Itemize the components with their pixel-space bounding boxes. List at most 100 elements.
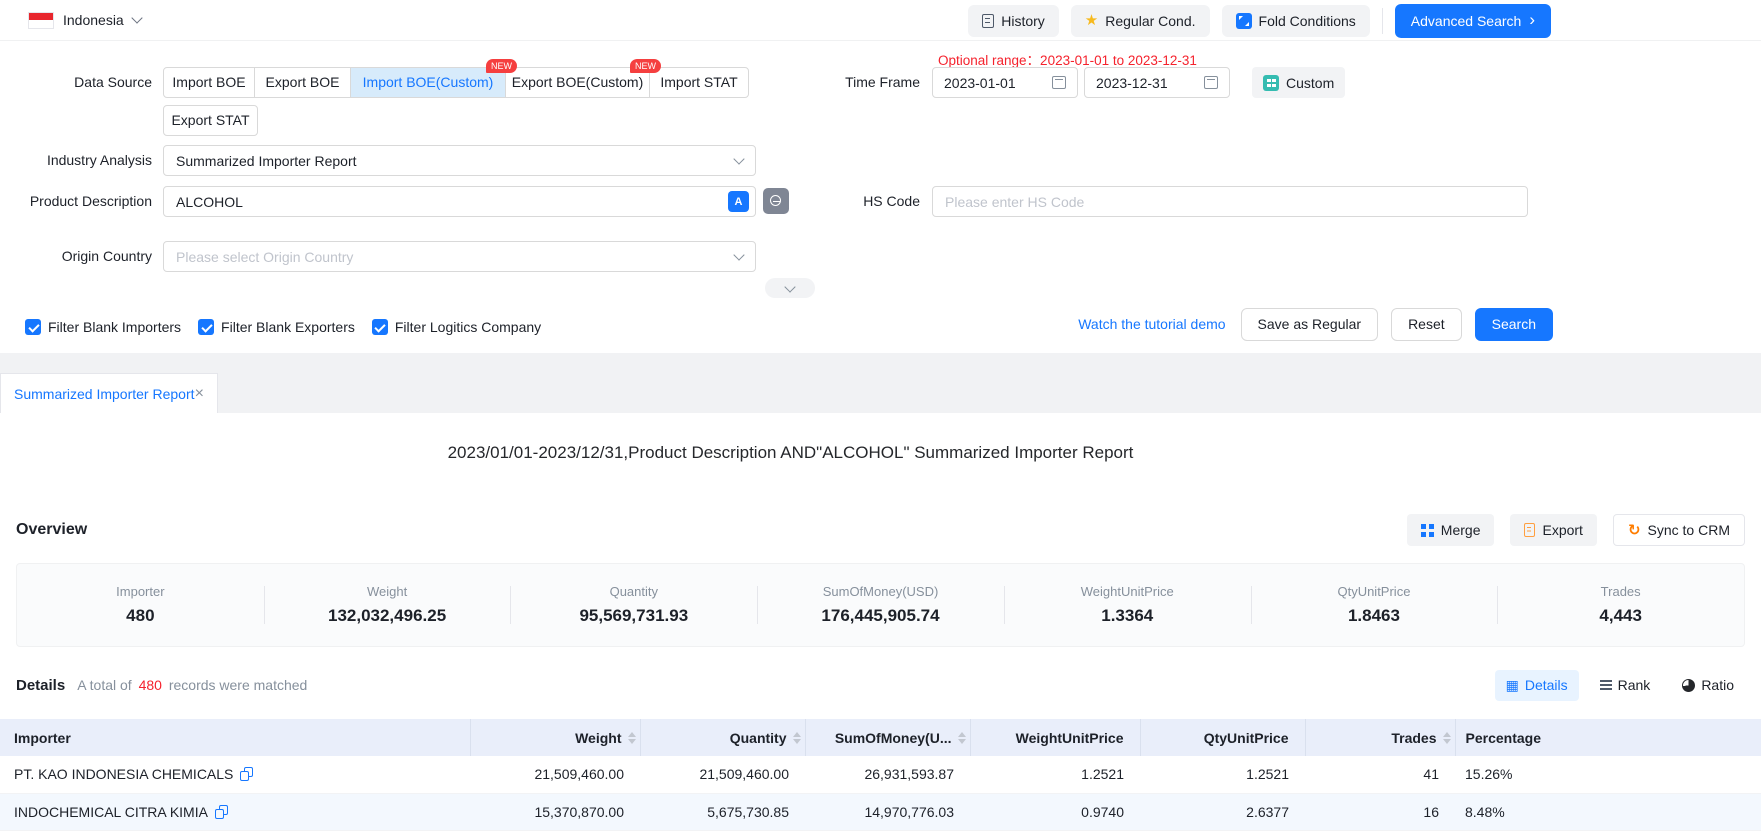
col-sum-of-money[interactable]: SumOfMoney(U...: [805, 719, 970, 756]
tab-summarized-importer-report[interactable]: Summarized Importer Report ×: [0, 373, 218, 413]
importer-name[interactable]: INDOCHEMICAL CITRA KIMIA: [14, 804, 208, 820]
custom-label: Custom: [1286, 75, 1334, 91]
view-rank-button[interactable]: Rank: [1589, 670, 1662, 701]
filter-logistics-company-checkbox[interactable]: Filter Logitics Company: [372, 319, 541, 335]
cell-weight-unit-price: 0.9740: [970, 793, 1140, 830]
merge-button[interactable]: Merge: [1407, 514, 1495, 546]
cell-sum-of-money: 14,970,776.03: [805, 793, 970, 830]
search-button[interactable]: Search: [1475, 308, 1553, 341]
view-ratio-button[interactable]: Ratio: [1671, 670, 1745, 701]
importer-table: Importer Weight Quantity SumOfMoney(U...…: [0, 719, 1761, 831]
cell-percentage: 8.48%: [1455, 793, 1761, 830]
tab-export-boe[interactable]: Export BOE: [254, 67, 351, 98]
sort-icon[interactable]: [628, 732, 636, 744]
sync-to-crm-button[interactable]: ↻ Sync to CRM: [1613, 514, 1745, 546]
reset-button[interactable]: Reset: [1391, 308, 1462, 341]
optional-range-hint: Optional range：2023-01-01 to 2023-12-31: [938, 49, 1197, 69]
stat-value: 1.8463: [1251, 606, 1498, 626]
calendar-icon: [1204, 76, 1218, 89]
product-description-input[interactable]: [163, 186, 756, 217]
stat-value: 176,445,905.74: [757, 606, 1004, 626]
col-percentage[interactable]: Percentage: [1455, 719, 1761, 756]
checkbox-checked-icon: [198, 319, 214, 335]
country-selector[interactable]: Indonesia: [28, 0, 141, 40]
fold-conditions-button[interactable]: Fold Conditions: [1222, 5, 1370, 37]
filter-blank-importers-checkbox[interactable]: Filter Blank Importers: [25, 319, 181, 335]
col-importer[interactable]: Importer: [0, 719, 470, 756]
overview-stats-card: Importer 480 Weight 132,032,496.25 Quant…: [16, 563, 1745, 647]
date-to-input[interactable]: 2023-12-31: [1084, 67, 1230, 98]
table-row: INDOCHEMICAL CITRA KIMIA 15,370,870.00 5…: [0, 793, 1761, 830]
matched-suffix: records were matched: [169, 677, 308, 693]
calendar-icon: [1052, 76, 1066, 89]
tab-export-boe-custom-label: Export BOE(Custom): [512, 74, 643, 90]
export-button[interactable]: Export: [1510, 514, 1596, 546]
cell-weight: 15,370,870.00: [470, 793, 640, 830]
overview-row: Overview Merge Export ↻ Sync to CRM: [0, 513, 1761, 547]
col-trades-label: Trades: [1391, 730, 1436, 746]
tab-export-stat[interactable]: Export STAT: [163, 105, 258, 136]
history-button[interactable]: History: [968, 5, 1059, 37]
regular-cond-label: Regular Cond.: [1105, 13, 1195, 29]
cell-sum-of-money: 26,931,593.87: [805, 756, 970, 793]
tab-import-boe-custom[interactable]: Import BOE(Custom) NEW: [350, 67, 506, 98]
table-grid-icon: ▦: [1506, 678, 1519, 692]
industry-analysis-select[interactable]: Summarized Importer Report: [163, 145, 756, 176]
advanced-search-button[interactable]: Advanced Search ›: [1395, 4, 1551, 38]
tab-import-stat[interactable]: Import STAT: [649, 67, 749, 98]
cell-weight: 21,509,460.00: [470, 756, 640, 793]
filter-blank-exporters-checkbox[interactable]: Filter Blank Exporters: [198, 319, 355, 335]
custom-range-button[interactable]: Custom: [1252, 67, 1345, 98]
tab-export-boe-custom[interactable]: Export BOE(Custom) NEW: [505, 67, 650, 98]
sort-icon[interactable]: [1443, 732, 1451, 744]
filter-blank-importers-label: Filter Blank Importers: [48, 319, 181, 335]
tutorial-demo-link[interactable]: Watch the tutorial demo: [1078, 316, 1225, 332]
industry-analysis-value: Summarized Importer Report: [176, 153, 357, 169]
history-icon: [982, 14, 994, 28]
col-qty-unit-price[interactable]: QtyUnitPrice: [1140, 719, 1305, 756]
filter-blank-exporters-label: Filter Blank Exporters: [221, 319, 355, 335]
overview-actions: Merge Export ↻ Sync to CRM: [1407, 514, 1745, 546]
view-ratio-label: Ratio: [1701, 677, 1734, 693]
tab-import-boe[interactable]: Import BOE: [163, 67, 255, 98]
origin-country-select[interactable]: Please select Origin Country: [163, 241, 756, 272]
copy-icon[interactable]: [240, 767, 253, 781]
data-source-tabs: Import BOE Export BOE Import BOE(Custom)…: [163, 67, 749, 98]
hs-code-input[interactable]: [932, 186, 1528, 217]
col-trades[interactable]: Trades: [1305, 719, 1455, 756]
divider: [1382, 8, 1383, 34]
sort-icon[interactable]: [793, 732, 801, 744]
sort-icon[interactable]: [958, 732, 966, 744]
collapse-panel-button[interactable]: [765, 278, 815, 298]
stat-label: QtyUnitPrice: [1251, 584, 1498, 599]
close-icon[interactable]: ×: [195, 386, 204, 402]
col-quantity-label: Quantity: [730, 730, 787, 746]
date-from-input[interactable]: 2023-01-01: [932, 67, 1078, 98]
stat-quantity: Quantity 95,569,731.93: [510, 584, 757, 626]
report-content: 2023/01/01-2023/12/31,Product Descriptio…: [0, 443, 1761, 831]
product-description-label: Product Description: [0, 186, 152, 217]
matched-prefix: A total of: [77, 677, 131, 693]
col-quantity[interactable]: Quantity: [640, 719, 805, 756]
importer-name[interactable]: PT. KAO INDONESIA CHEMICALS: [14, 766, 233, 782]
sync-to-crm-label: Sync to CRM: [1648, 522, 1730, 538]
tab-title: Summarized Importer Report: [14, 386, 195, 402]
star-icon: ★: [1085, 13, 1098, 28]
view-details-button[interactable]: ▦ Details: [1495, 670, 1579, 701]
table-header-row: Importer Weight Quantity SumOfMoney(U...…: [0, 719, 1761, 756]
data-source-label: Data Source: [0, 67, 152, 98]
origin-country-label: Origin Country: [0, 241, 152, 272]
rank-icon: [1600, 679, 1612, 691]
view-switcher: ▦ Details Rank Ratio: [1495, 670, 1745, 701]
col-weight-unit-price[interactable]: WeightUnitPrice: [970, 719, 1140, 756]
cell-qty-unit-price: 2.6377: [1140, 793, 1305, 830]
pie-ratio-icon: [1682, 679, 1695, 692]
regular-cond-button[interactable]: ★ Regular Cond.: [1071, 5, 1210, 37]
stat-value: 1.3364: [1004, 606, 1251, 626]
col-weight[interactable]: Weight: [470, 719, 640, 756]
translate-icon[interactable]: A: [728, 191, 749, 212]
copy-icon[interactable]: [215, 805, 228, 819]
export-file-icon: [1524, 523, 1535, 537]
checkbox-checked-icon: [25, 319, 41, 335]
save-as-regular-button[interactable]: Save as Regular: [1241, 308, 1379, 341]
